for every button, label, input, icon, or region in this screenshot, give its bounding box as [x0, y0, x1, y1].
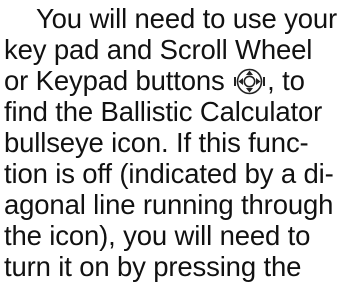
paragraph-line-9: turn it on by pressing the — [4, 251, 302, 282]
paragraph-line-7: agonal line running through — [4, 189, 334, 220]
paragraph-line-6: tion is off (indicated by a di- — [4, 158, 334, 189]
paragraph-line-2: key pad and Scroll Wheel — [4, 34, 313, 65]
paragraph-line-5: bullseye icon. If this func- — [4, 127, 309, 158]
paragraph-line-4: find the Ballistic Calculator — [4, 96, 323, 127]
paragraph-line-3-start: or Keypad buttons — [4, 65, 225, 96]
manual-page: You will need to use your key pad and Sc… — [0, 0, 339, 282]
keypad-buttons-icon — [234, 68, 266, 95]
paragraph-line-3: or Keypad buttons , to — [4, 65, 337, 96]
paragraph-line-1: You will need to use your — [36, 3, 337, 34]
paragraph-line-8: the icon), you will need to — [4, 220, 311, 251]
instruction-paragraph: You will need to use your key pad and Sc… — [4, 3, 337, 282]
paragraph-line-3-end: , to — [267, 65, 305, 96]
